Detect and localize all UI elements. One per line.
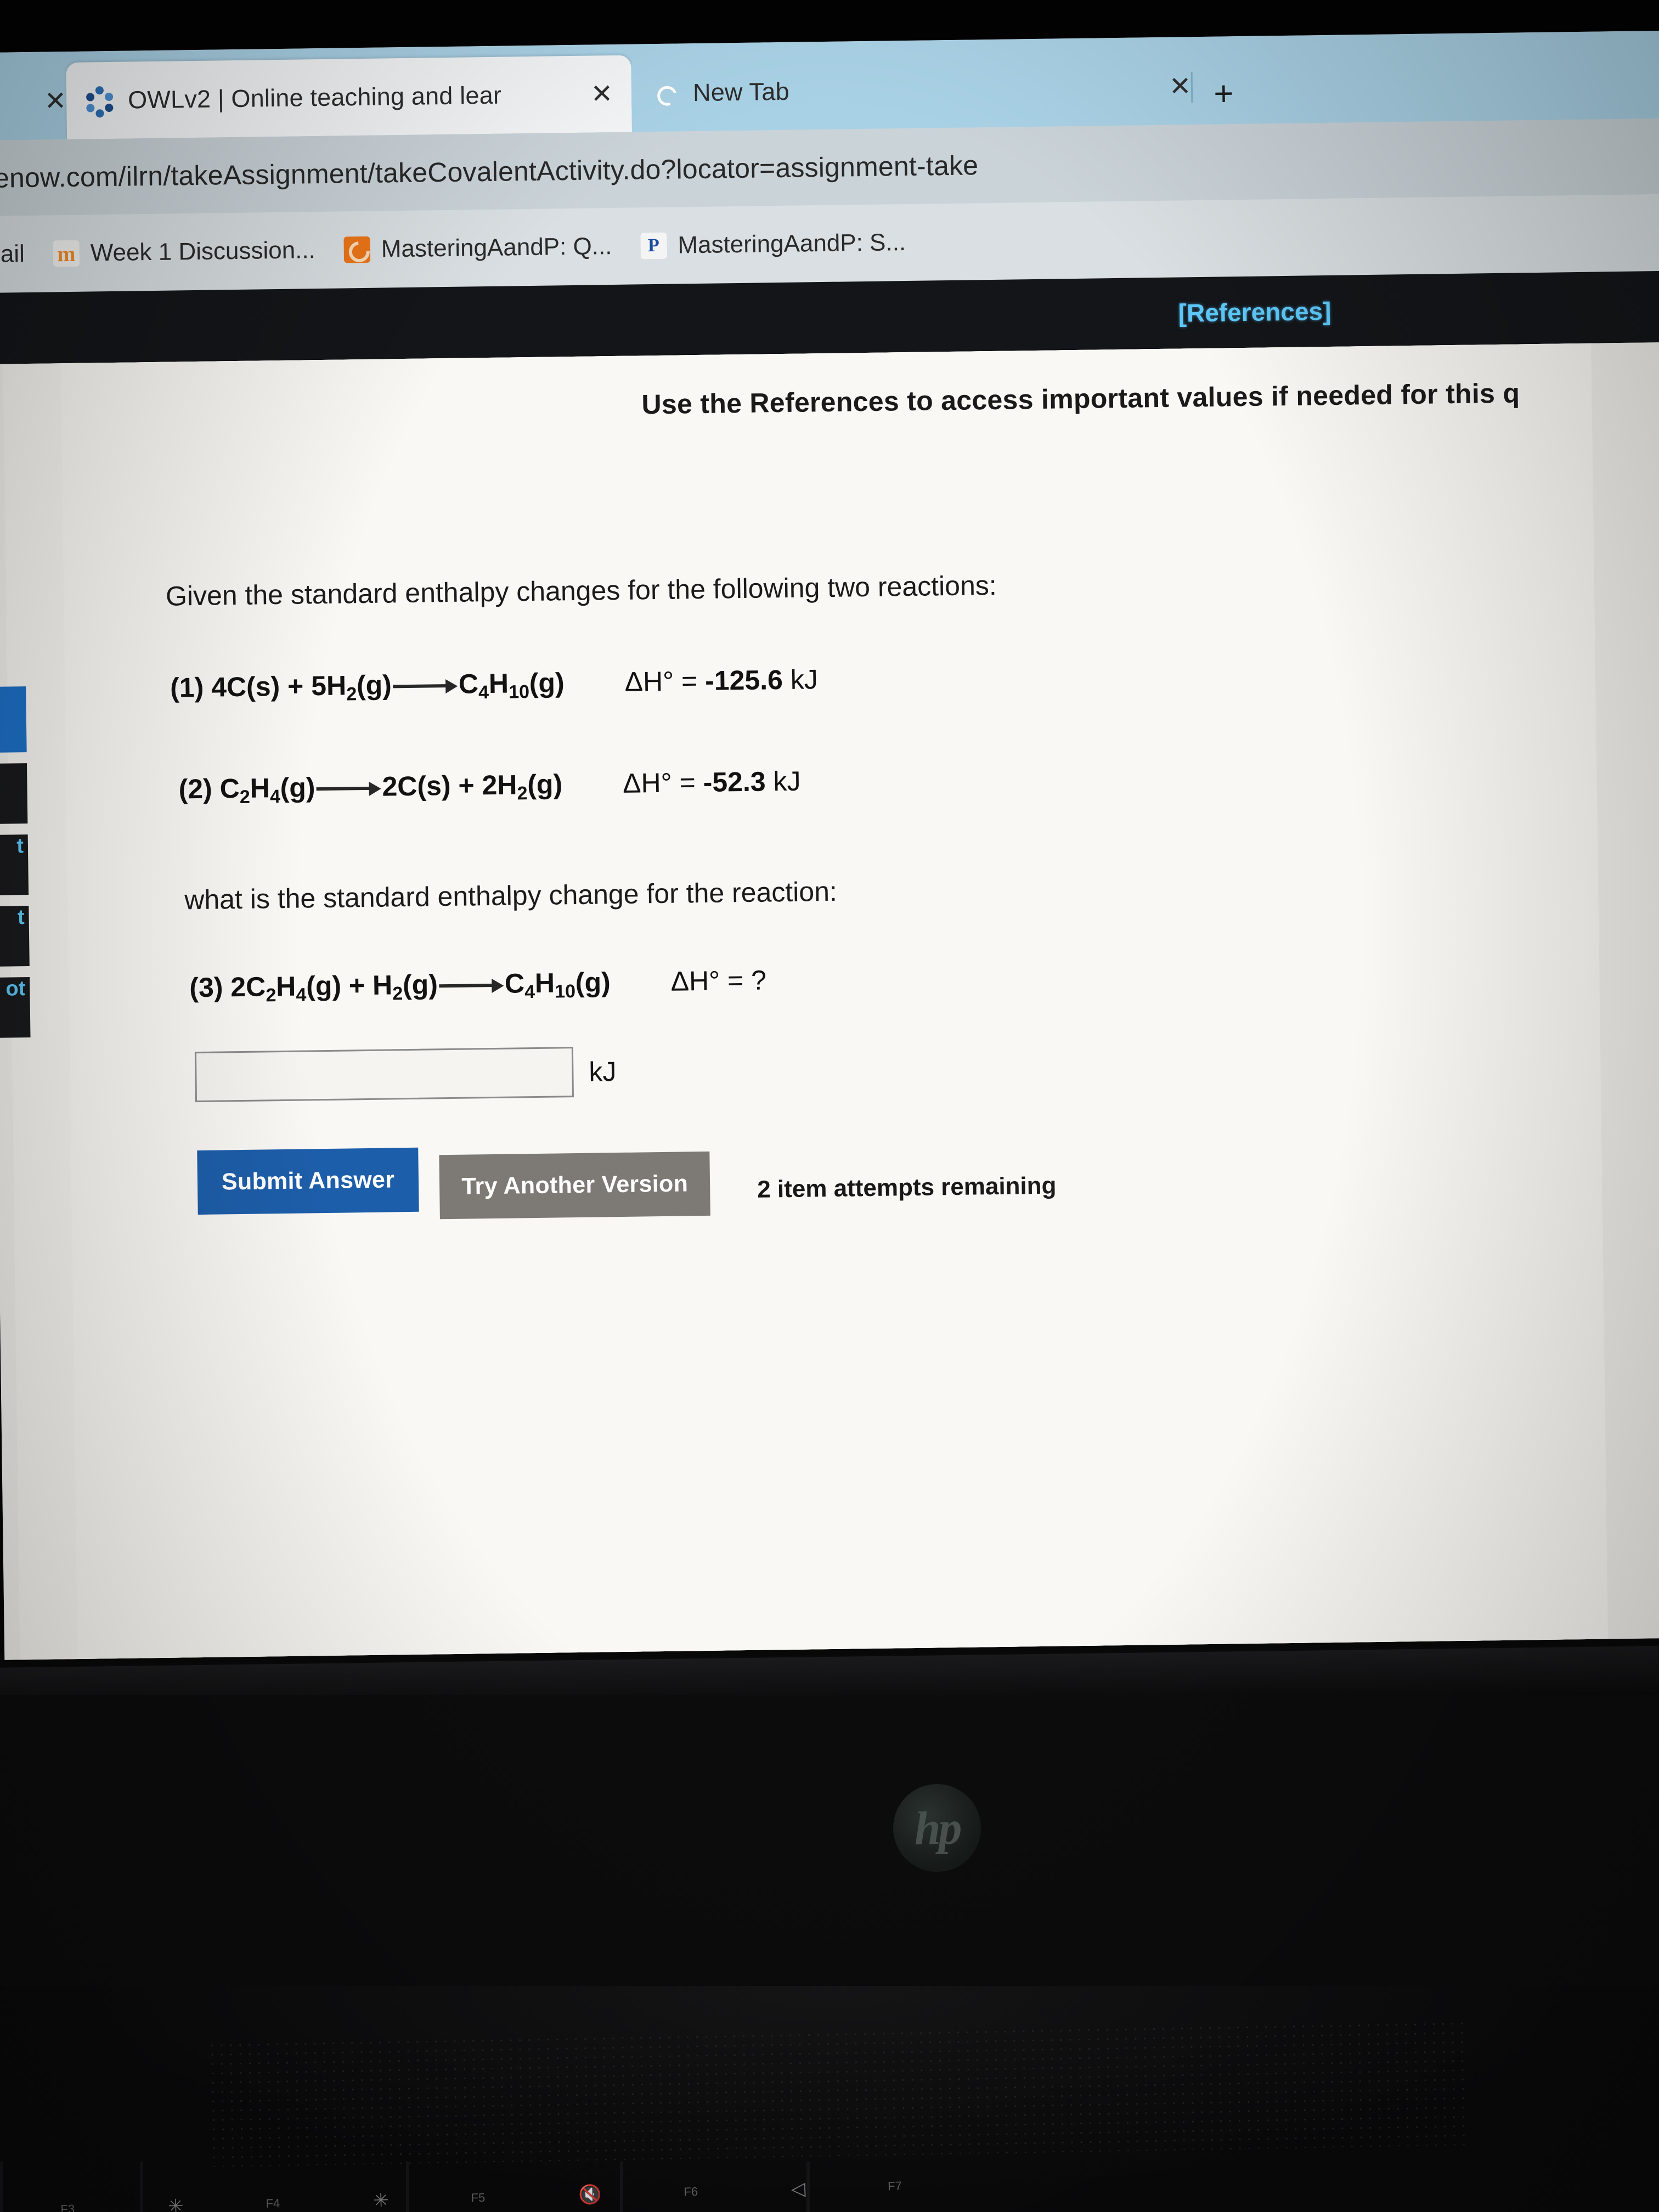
bookmark-masteringaandp-q[interactable]: MasteringAandP: Q... bbox=[329, 219, 627, 278]
newtab-icon bbox=[650, 78, 679, 108]
key-separator bbox=[0, 2162, 3, 2212]
reaction-arrow-icon bbox=[393, 680, 458, 691]
browser-tab-newtab[interactable]: New Tab bbox=[631, 48, 1170, 132]
reaction-arrow-icon bbox=[316, 783, 381, 794]
attempts-remaining-text: 2 item attempts remaining bbox=[757, 1172, 1057, 1203]
reaction-2-right: 2C(s) + 2H2(g) bbox=[382, 769, 563, 804]
answer-unit-label: kJ bbox=[589, 1056, 617, 1087]
page-body: Use the References to access important v… bbox=[0, 342, 1659, 1660]
bookmark-label: MasteringAandP: Q... bbox=[381, 233, 612, 263]
function-key[interactable]: F5 bbox=[471, 2190, 485, 2205]
browser-tab-owlv2[interactable]: OWLv2 | Online teaching and lear ✕ bbox=[66, 55, 632, 140]
laptop-photo: ✕ OWLv2 | Online teaching and lear ✕ New… bbox=[0, 0, 1659, 2212]
bookmark-gmail[interactable]: ail bbox=[0, 227, 39, 282]
sidebar-item-1[interactable] bbox=[0, 686, 27, 753]
references-link[interactable]: [References] bbox=[1178, 296, 1331, 328]
reaction-1: (1) 4C(s) + 5H2(g) C4H10(g) ΔH° = -125.6 k… bbox=[170, 663, 818, 707]
sidebar-item-3[interactable]: t bbox=[0, 834, 29, 896]
reaction-1-enthalpy: ΔH° = -125.6 kJ bbox=[624, 664, 819, 697]
function-key[interactable]: F6 bbox=[684, 2185, 698, 2199]
url-text: genow.com/ilrn/takeAssignment/takeCovale… bbox=[0, 150, 979, 194]
sidebar-item-4[interactable]: t bbox=[0, 906, 30, 967]
try-another-version-button[interactable]: Try Another Version bbox=[439, 1151, 710, 1220]
reaction-2-left: (2) C2H4(g) bbox=[178, 772, 315, 808]
reaction-2: (2) C2H4(g) 2C(s) + 2H2(g) ΔH° = -52.3 kJ bbox=[178, 765, 801, 809]
page-inner: Use the References to access important v… bbox=[3, 343, 1609, 1660]
laptop-screen: ✕ OWLv2 | Online teaching and lear ✕ New… bbox=[0, 30, 1659, 1660]
function-key-mute[interactable]: 🔇 bbox=[567, 2183, 602, 2206]
reaction-arrow-icon bbox=[439, 980, 504, 991]
owl-orange-icon bbox=[343, 236, 371, 263]
reaction-3: (3) 2C2H4(g) + H2(g) C4H10(g) ΔH° = ? bbox=[189, 964, 766, 1007]
assignment-content: Use the References to access important v… bbox=[60, 343, 1609, 1660]
tab-close-icon[interactable]: ✕ bbox=[44, 86, 67, 117]
function-key-brightness[interactable]: ✳ bbox=[157, 2195, 184, 2212]
reaction-2-enthalpy: ΔH° = -52.3 kJ bbox=[622, 765, 801, 799]
function-key-brightness-up[interactable]: ✳ bbox=[362, 2189, 390, 2211]
function-key[interactable]: F4 bbox=[266, 2196, 280, 2211]
moodle-icon: m bbox=[53, 240, 80, 267]
reaction-1-left: (1) 4C(s) + 5H2(g) bbox=[170, 669, 392, 705]
reaction-3-left: (3) 2C2H4(g) + H2(g) bbox=[189, 969, 438, 1006]
browser-tab-partial[interactable]: ✕ bbox=[0, 63, 67, 140]
tab-title-newtab: New Tab bbox=[692, 77, 790, 107]
action-row: Submit Answer Try Another Version 2 item… bbox=[197, 1139, 1057, 1222]
tab-close-icon[interactable]: ✕ bbox=[590, 78, 613, 110]
instruction-text: Use the References to access important v… bbox=[641, 377, 1520, 420]
prompt-what: what is the standard enthalpy change for… bbox=[184, 876, 838, 916]
bookmark-label: Week 1 Discussion... bbox=[90, 236, 316, 267]
bookmark-week1-discussion[interactable]: m Week 1 Discussion... bbox=[38, 223, 330, 281]
reaction-1-right: C4H10(g) bbox=[458, 667, 565, 703]
key-separator bbox=[406, 2162, 409, 2212]
speaker-grille bbox=[207, 2018, 1471, 2168]
key-separator bbox=[620, 2162, 623, 2212]
function-key[interactable]: F3 bbox=[60, 2202, 75, 2212]
tab-title-owlv2: OWLv2 | Online teaching and lear bbox=[127, 81, 502, 114]
sidebar-item-2[interactable] bbox=[0, 763, 28, 825]
function-key[interactable]: F7 bbox=[888, 2179, 902, 2193]
answer-row: kJ bbox=[194, 1046, 617, 1103]
bookmark-label: MasteringAandP: S... bbox=[678, 229, 906, 259]
sidebar-item-5[interactable]: ot bbox=[0, 977, 31, 1039]
key-separator bbox=[140, 2162, 143, 2212]
reaction-3-enthalpy: ΔH° = ? bbox=[670, 964, 767, 997]
pearson-p-icon: P bbox=[640, 232, 667, 259]
bookmark-masteringaandp-s[interactable]: P MasteringAandP: S... bbox=[626, 215, 921, 274]
tab-close-icon-newtab[interactable]: ✕ bbox=[1169, 71, 1192, 102]
owl-icon bbox=[85, 86, 114, 118]
bookmark-label: ail bbox=[0, 240, 25, 268]
answer-input[interactable] bbox=[194, 1047, 574, 1103]
new-tab-button[interactable]: + bbox=[1193, 74, 1255, 125]
function-key-volume[interactable]: ◁ bbox=[780, 2177, 806, 2200]
reaction-3-right: C4H10(g) bbox=[504, 967, 611, 1003]
submit-answer-button[interactable]: Submit Answer bbox=[197, 1147, 420, 1215]
key-separator bbox=[806, 2162, 810, 2212]
prompt-given: Given the standard enthalpy changes for … bbox=[165, 569, 997, 612]
